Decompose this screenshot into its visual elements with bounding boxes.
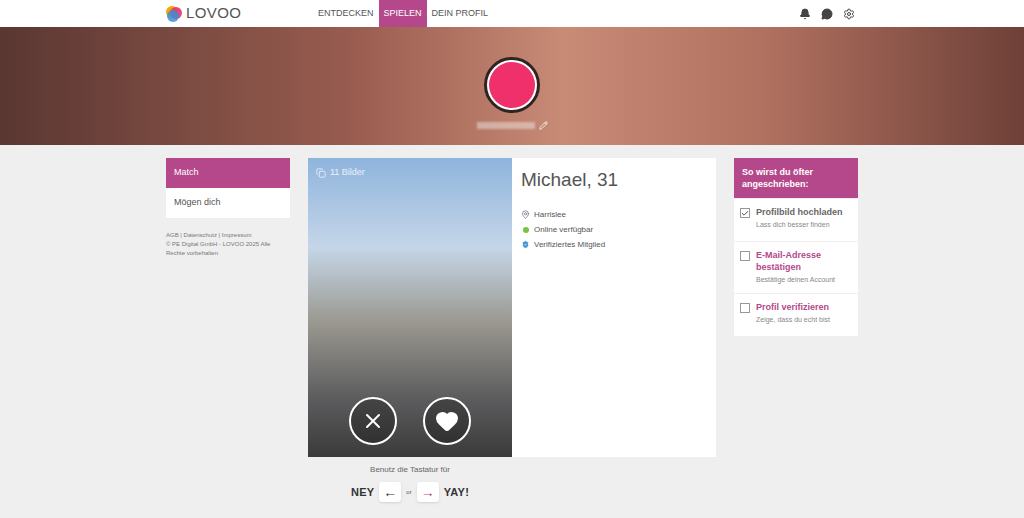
logo[interactable]: LOVOO [165,2,313,25]
nav-tab[interactable]: DEIN PROFIL [427,0,494,27]
sidebar-item[interactable]: Mögen dich [166,188,290,218]
tip-item[interactable]: Profil verifizieren Zeige, dass du echt b… [734,294,858,336]
profile-detail: Online verfügbar [521,224,716,236]
keyboard-hint: Benutz die Tastatur fürNEY←or→YAY! [308,464,512,502]
sidebar-item[interactable]: Match [166,158,290,188]
ney-label: NEY [351,484,374,501]
chat-icon[interactable] [821,8,833,20]
profile-photo[interactable]: 11 Bilder [308,158,512,457]
right-key[interactable]: → [417,482,439,502]
online-dot-icon [523,227,529,233]
tip-item[interactable]: Profilbild hochladen Lass dich besser fin… [734,199,858,241]
dislike-button[interactable] [349,397,397,445]
tip-subtitle: Bestätige deinen Account [756,275,852,286]
tip-checkbox[interactable] [740,208,750,218]
profile-detail: Harrislee [521,209,716,221]
tip-checkbox[interactable] [740,303,750,313]
x-icon [361,409,385,433]
sidebar: MatchMögen dich AGB | Datenschutz | Impre… [166,158,290,258]
profile-card: 11 Bilder Michael, 31 Harrislee Online verf… [308,158,716,457]
gear-icon[interactable] [843,8,855,20]
yay-label: YAY! [444,484,469,501]
location-pin-icon [521,210,530,219]
top-nav: LOVOOENTDECKENSPIELENDEIN PROFIL [0,0,1024,27]
pencil-icon[interactable] [539,121,548,130]
username-blurred [477,122,535,129]
logo-icon [165,5,183,23]
bell-icon[interactable] [799,8,811,20]
copyright: © PE Digital GmbH - LOVOO 2025 Alle Rech… [166,240,290,258]
profile-banner [0,27,1024,145]
tips-panel: So wirst du öfter angeschrieben:Profilbi… [734,158,858,336]
left-key[interactable]: ← [379,482,401,502]
like-button[interactable] [423,397,471,445]
photo-count: 11 Bilder [316,166,365,180]
profile-info: Michael, 31 Harrislee Online verfügbar Veri… [512,158,716,457]
nav-tab[interactable]: ENTDECKEN [313,0,379,27]
tip-title: Profilbild hochladen [756,206,843,218]
tip-subtitle: Zeige, dass du echt bist [756,315,830,326]
profile-name: Michael, 31 [521,166,716,195]
nav-tabs: ENTDECKENSPIELENDEIN PROFIL [313,0,493,27]
profile-detail: Verifiziertes Mitglied [521,239,716,251]
heart-icon [435,409,459,433]
tips-header: So wirst du öfter angeschrieben: [734,158,858,198]
footer-links[interactable]: AGB | Datenschutz | Impressum [166,231,290,240]
nav-tab[interactable]: SPIELEN [379,0,427,27]
pictures-icon [316,168,326,178]
check-icon [741,209,749,218]
tip-title: Profil verifizieren [756,301,830,313]
verified-shield-icon [521,240,530,249]
avatar[interactable] [484,57,540,113]
tip-title: E-Mail-Adresse bestätigen [756,249,852,273]
tip-checkbox[interactable] [740,251,750,261]
tip-item[interactable]: E-Mail-Adresse bestätigen Bestätige deine… [734,242,858,293]
tip-subtitle: Lass dich besser finden [756,220,843,231]
app: LOVOOENTDECKENSPIELENDEIN PROFIL MatchMög… [0,0,1024,518]
